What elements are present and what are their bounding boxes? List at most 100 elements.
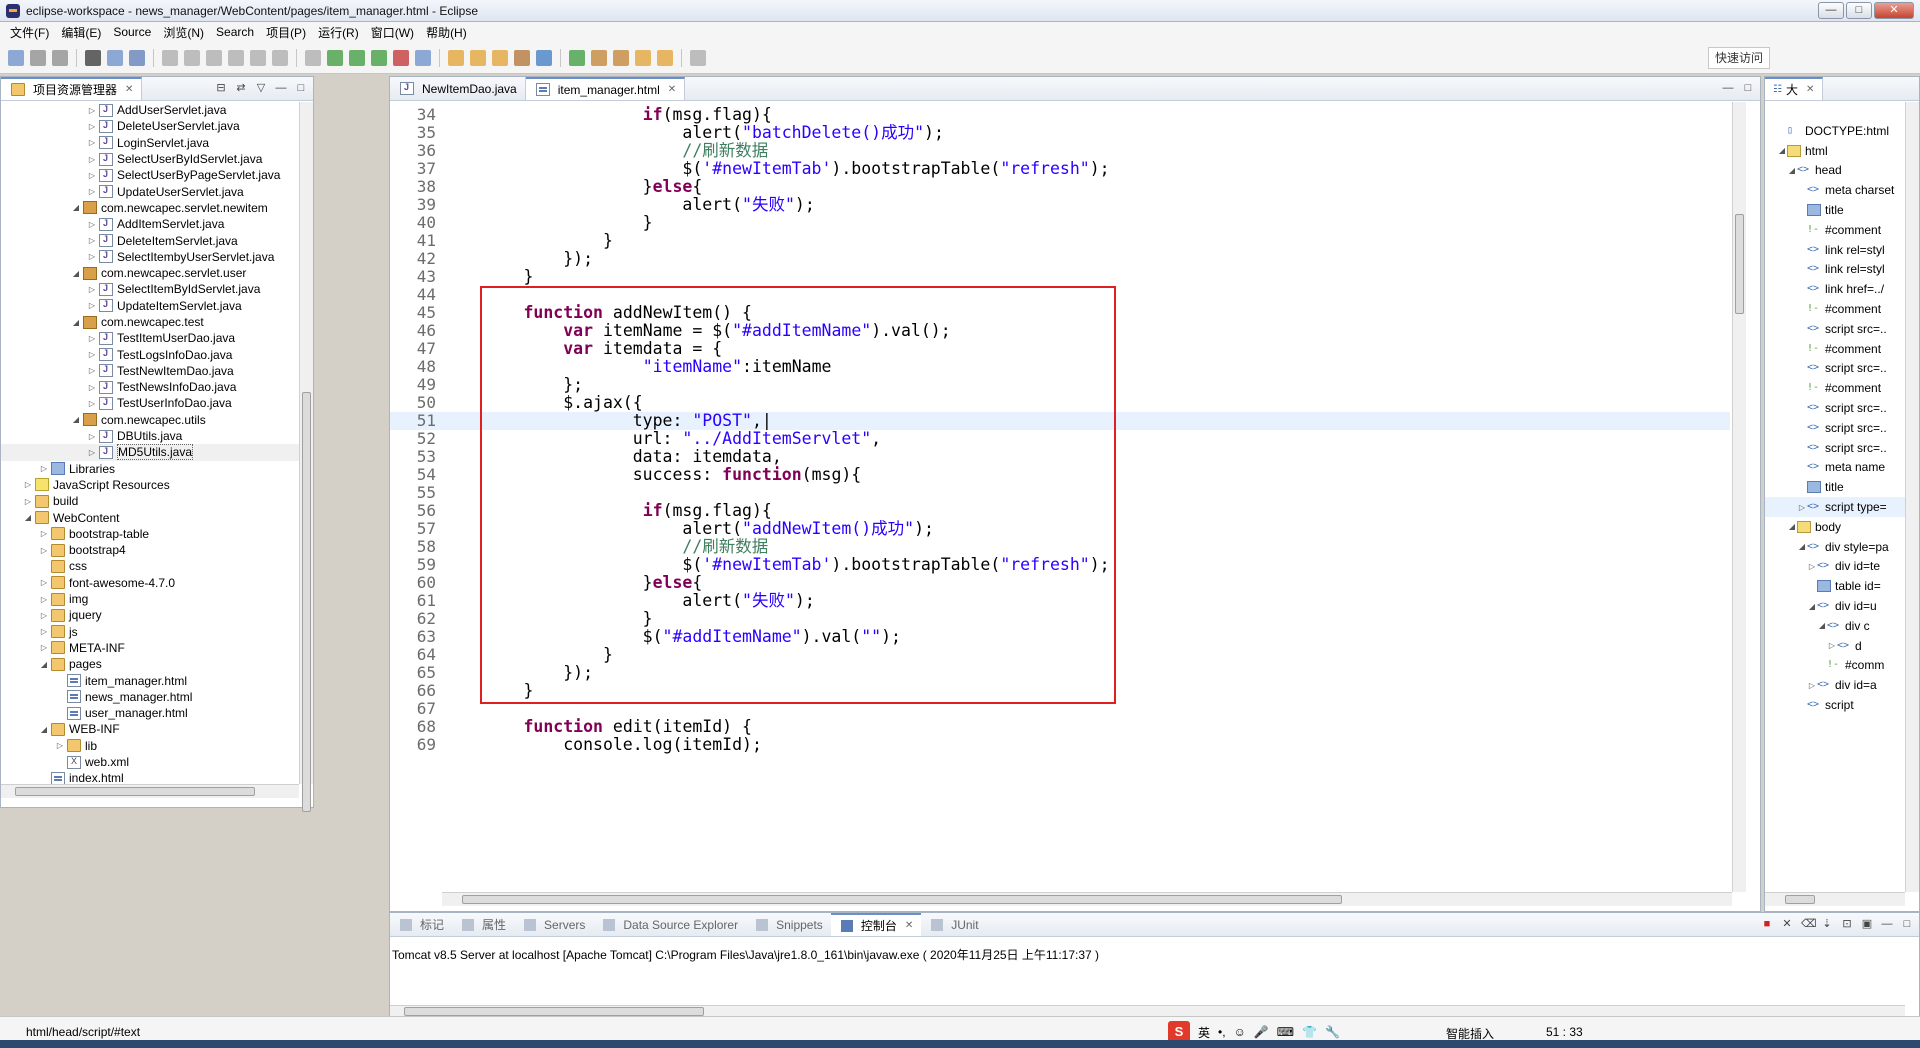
toolbar-button-icon[interactable] [52, 49, 68, 66]
toolbar-button-icon[interactable] [635, 49, 651, 66]
outline-item[interactable]: <> link rel=styl [1765, 260, 1905, 280]
minimize-button[interactable]: — [1818, 2, 1844, 19]
twisty-icon[interactable]: ▷ [39, 643, 49, 652]
outline-item[interactable]: ◢ <> div c [1765, 616, 1905, 636]
editor-horizontal-scrollbar[interactable] [442, 892, 1732, 906]
toolbar-button-icon[interactable] [250, 49, 266, 66]
outline-item[interactable]: table id= [1765, 576, 1905, 596]
tree-item[interactable]: user_manager.html [1, 705, 299, 721]
outline-item[interactable]: !- #comment [1765, 299, 1905, 319]
toolbar-button-icon[interactable] [162, 49, 178, 66]
editor-vertical-scrollbar[interactable] [1732, 102, 1746, 892]
tree-item[interactable]: ▷ js [1, 624, 299, 640]
console-hscroll-thumb[interactable] [404, 1007, 704, 1016]
outline-item[interactable]: ◢ body [1765, 517, 1905, 537]
toolbar-button-icon[interactable] [206, 49, 222, 66]
outline-item[interactable]: ▷ <> script type= [1765, 497, 1905, 517]
toolbar-button-icon[interactable] [349, 49, 365, 66]
twisty-icon[interactable]: ▷ [87, 252, 97, 261]
editor-scroll-thumb[interactable] [1735, 214, 1744, 314]
outline-item[interactable]: !- #comment [1765, 378, 1905, 398]
tree-item[interactable]: index.html [1, 770, 299, 784]
twisty-icon[interactable]: ▷ [1827, 641, 1837, 650]
outline-item[interactable]: !- #comment [1765, 220, 1905, 240]
twisty-icon[interactable]: ◢ [1807, 602, 1817, 611]
twisty-icon[interactable]: ▷ [39, 595, 49, 604]
twisty-icon[interactable]: ◢ [39, 725, 49, 734]
outline-item[interactable]: ◢ <> div id=u [1765, 596, 1905, 616]
link-editor-icon[interactable]: ⇄ [235, 82, 247, 94]
tree-item[interactable]: ▷ SelectUserByIdServlet.java [1, 151, 299, 167]
tree-item[interactable]: web.xml [1, 754, 299, 770]
menu-item[interactable]: 运行(R) [312, 24, 365, 41]
menu-item[interactable]: Search [210, 25, 260, 39]
console-tab[interactable]: JUnit [921, 913, 986, 936]
maximize-view-icon[interactable]: □ [295, 82, 307, 94]
tree-item[interactable]: ◢ WebContent [1, 509, 299, 525]
twisty-icon[interactable]: ▷ [39, 627, 49, 636]
twisty-icon[interactable]: ◢ [1797, 542, 1807, 551]
twisty-icon[interactable]: ◢ [71, 203, 81, 212]
collapse-all-icon[interactable]: ⊟ [215, 82, 227, 94]
tree-item[interactable]: ▷ DeleteUserServlet.java [1, 118, 299, 134]
twisty-icon[interactable]: ▷ [87, 138, 97, 147]
punctuation-icon[interactable]: •, [1218, 1025, 1226, 1039]
skin-icon[interactable]: 👕 [1302, 1025, 1317, 1039]
toolbar-button-icon[interactable] [492, 49, 508, 66]
outline-item[interactable]: ▯ DOCTYPE:html [1765, 121, 1905, 141]
toolbar-button-icon[interactable] [8, 49, 24, 66]
twisty-icon[interactable]: ▷ [87, 448, 97, 457]
tree-item[interactable]: ◢ com.newcapec.utils [1, 412, 299, 428]
tree-item[interactable]: ▷ TestUserInfoDao.java [1, 395, 299, 411]
tree-item[interactable]: ▷ UpdateUserServlet.java [1, 183, 299, 199]
maximize-button[interactable]: □ [1846, 2, 1872, 19]
explorer-horizontal-scrollbar[interactable] [1, 784, 299, 798]
tree-item[interactable]: ▷ JavaScript Resources [1, 477, 299, 493]
tree-item[interactable]: ◢ WEB-INF [1, 721, 299, 737]
tree-item[interactable]: ▷ AddUserServlet.java [1, 102, 299, 118]
twisty-icon[interactable]: ▷ [87, 350, 97, 359]
outline-item[interactable]: ▷ <> div id=te [1765, 557, 1905, 577]
explorer-scroll-thumb[interactable] [302, 392, 311, 812]
console-tab[interactable]: Snippets [746, 913, 831, 936]
clear-console-icon[interactable]: ⌫ [1801, 918, 1817, 930]
menu-item[interactable]: 编辑(E) [55, 24, 107, 41]
outline-item[interactable]: ◢ html [1765, 141, 1905, 161]
toolbar-button-icon[interactable] [690, 49, 706, 66]
scroll-lock-icon[interactable]: ⇣ [1821, 918, 1833, 930]
close-icon[interactable]: ✕ [905, 920, 913, 931]
twisty-icon[interactable]: ▷ [39, 611, 49, 620]
tab-outline[interactable]: ☷ 大 ✕ [1765, 77, 1824, 100]
maximize-editor-icon[interactable]: □ [1742, 82, 1754, 94]
close-icon[interactable]: ✕ [1806, 84, 1814, 95]
quick-access-field[interactable]: 快速访问 [1707, 47, 1770, 69]
twisty-icon[interactable]: ◢ [1777, 146, 1787, 155]
tree-item[interactable]: ▷ SelectItemByIdServlet.java [1, 281, 299, 297]
toolbar-button-icon[interactable] [393, 49, 409, 66]
twisty-icon[interactable]: ▷ [87, 171, 97, 180]
tree-item[interactable]: ▷ SelectUserByPageServlet.java [1, 167, 299, 183]
twisty-icon[interactable]: ◢ [1787, 522, 1797, 531]
twisty-icon[interactable]: ▷ [87, 366, 97, 375]
tree-item[interactable]: ▷ TestNewsInfoDao.java [1, 379, 299, 395]
console-tab[interactable]: Servers [514, 913, 593, 936]
twisty-icon[interactable]: ▷ [55, 741, 65, 750]
minimize-view-icon[interactable]: — [275, 82, 287, 94]
outline-item[interactable]: title [1765, 200, 1905, 220]
tree-item[interactable]: ▷ AddItemServlet.java [1, 216, 299, 232]
toolbar-button-icon[interactable] [657, 49, 673, 66]
console-tab[interactable]: Data Source Explorer [593, 913, 746, 936]
toolbar-button-icon[interactable] [371, 49, 387, 66]
minimize-editor-icon[interactable]: — [1722, 82, 1734, 94]
toolbar-button-icon[interactable] [536, 49, 552, 66]
twisty-icon[interactable]: ◢ [23, 513, 33, 522]
menu-item[interactable]: 项目(P) [260, 24, 312, 41]
twisty-icon[interactable]: ▷ [87, 122, 97, 131]
outline-item[interactable]: <> script src=.. [1765, 319, 1905, 339]
toolbar-button-icon[interactable] [514, 49, 530, 66]
outline-item[interactable]: ▷ <> div id=a [1765, 675, 1905, 695]
twisty-icon[interactable]: ◢ [1817, 621, 1827, 630]
twisty-icon[interactable]: ▷ [87, 432, 97, 441]
outline-item[interactable]: <> script src=.. [1765, 398, 1905, 418]
close-icon[interactable]: ✕ [668, 84, 676, 95]
